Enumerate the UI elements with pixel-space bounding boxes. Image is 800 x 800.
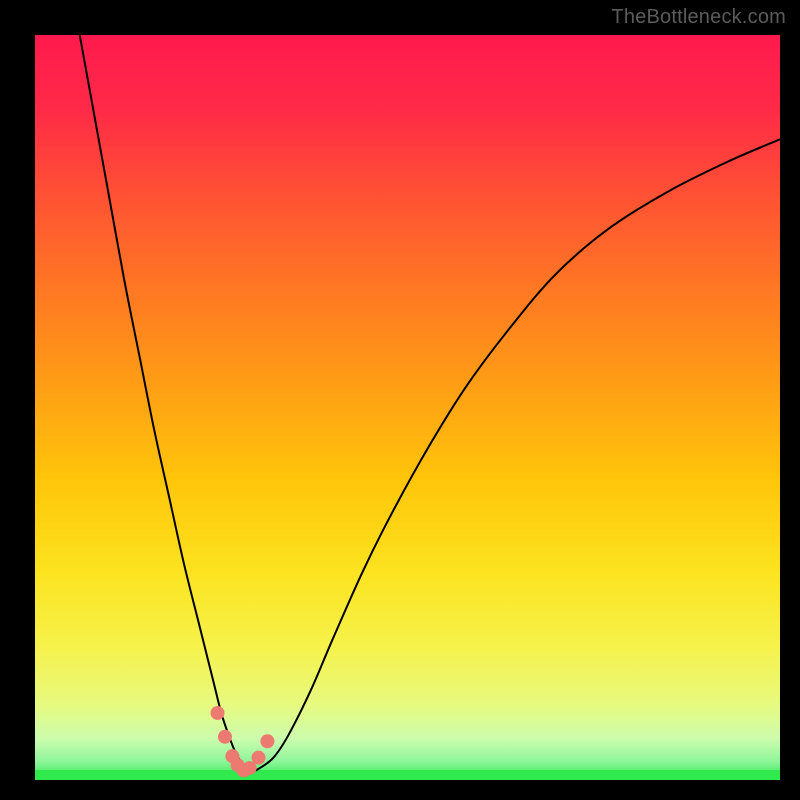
trough-marker: [218, 730, 232, 744]
trough-marker: [211, 706, 225, 720]
trough-marker: [260, 734, 274, 748]
chart-frame: TheBottleneck.com: [0, 0, 800, 800]
chart-svg: [35, 35, 780, 780]
trough-marker: [252, 751, 266, 765]
watermark-text: TheBottleneck.com: [611, 6, 786, 29]
gradient-background: [35, 35, 780, 780]
green-band: [35, 770, 780, 780]
plot-area: [35, 35, 780, 780]
